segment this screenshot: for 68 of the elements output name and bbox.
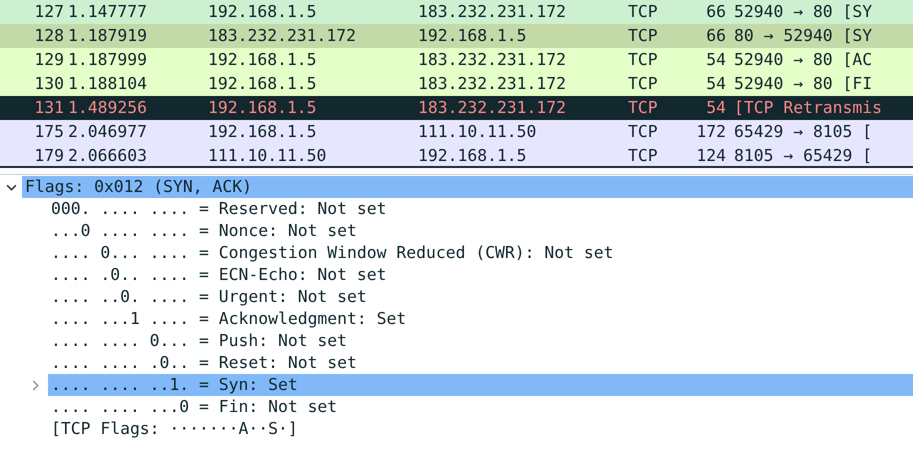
table-cell-text: 2.066603 bbox=[67, 145, 148, 167]
table-cell-text: 129 bbox=[33, 49, 64, 71]
tree-item[interactable]: .... .... .0.. = Reset: Not set bbox=[48, 352, 913, 374]
packet-row[interactable]: 129 1.187999 192.168.1.5 183.232.231.172 TCP 54 52940 → 80 [AC bbox=[0, 48, 913, 72]
table-cell-text: 183.232.231.172 bbox=[418, 97, 568, 119]
table-cell-text: 130 bbox=[33, 73, 64, 95]
packet-row[interactable]: 179 2.066603 111.10.11.50 192.168.1.5 TCP 124 8105 → 65429 [ bbox=[0, 144, 913, 168]
table-cell-text: 111.10.11.50 bbox=[208, 145, 328, 167]
table-cell-text: TCP bbox=[628, 49, 659, 71]
table-cell-text: 192.168.1.5 bbox=[418, 145, 528, 167]
table-cell-text: TCP bbox=[628, 1, 659, 23]
table-cell-text: 183.232.231.172 bbox=[418, 49, 568, 71]
table-cell-text: 54 bbox=[705, 73, 726, 95]
table-cell-text: 183.232.231.172 bbox=[208, 25, 358, 47]
table-cell-text: TCP bbox=[628, 121, 659, 143]
table-cell-text: 65429 → 8105 [ bbox=[733, 121, 872, 143]
table-cell-text: 131 bbox=[33, 97, 64, 119]
tree-item[interactable]: .... .... ..1. = Syn: Set bbox=[48, 374, 913, 396]
packet-row[interactable]: 128 1.187919 183.232.231.172 192.168.1.5 TCP 66 80 → 52940 [SY bbox=[0, 24, 913, 48]
table-cell-text: 192.168.1.5 bbox=[208, 1, 318, 23]
table-cell-text: TCP bbox=[628, 97, 659, 119]
table-cell-text: 52940 → 80 [SY bbox=[733, 1, 872, 23]
table-cell-text: 175 bbox=[33, 121, 64, 143]
table-cell-text: 183.232.231.172 bbox=[418, 1, 568, 23]
table-cell-text: 52940 → 80 [FI bbox=[733, 73, 872, 95]
table-cell-text: 1.187919 bbox=[67, 25, 148, 47]
table-cell-text: 8105 → 65429 [ bbox=[733, 145, 872, 167]
table-cell-text: TCP bbox=[628, 73, 659, 95]
table-cell-text: 80 → 52940 [SY bbox=[733, 25, 872, 47]
packet-row[interactable]: 131 1.489256 192.168.1.5 183.232.231.172 TCP 54 [TCP Retransmis bbox=[0, 96, 913, 120]
table-cell-text: 1.188104 bbox=[67, 73, 148, 95]
table-cell-text: 1.489256 bbox=[67, 97, 148, 119]
tree-item[interactable]: .... ..0. .... = Urgent: Not set bbox=[48, 286, 913, 308]
table-cell-text: 192.168.1.5 bbox=[208, 49, 318, 71]
table-cell-text: 2.046977 bbox=[67, 121, 148, 143]
table-cell-text: 1.147777 bbox=[67, 1, 148, 23]
table-cell-text: 66 bbox=[705, 1, 726, 23]
table-cell-text: 1.187999 bbox=[67, 49, 148, 71]
table-cell-text: 172 bbox=[695, 121, 726, 143]
tree-item[interactable]: Flags: 0x012 (SYN, ACK) bbox=[22, 176, 913, 198]
packet-row[interactable]: 130 1.188104 192.168.1.5 183.232.231.172 TCP 54 52940 → 80 [FI bbox=[0, 72, 913, 96]
table-cell-text: 54 bbox=[705, 49, 726, 71]
table-cell-text: TCP bbox=[628, 25, 659, 47]
tree-item[interactable]: .... .0.. .... = ECN-Echo: Not set bbox=[48, 264, 913, 286]
table-cell-text: 54 bbox=[705, 97, 726, 119]
tree-item[interactable]: .... .... ...0 = Fin: Not set bbox=[48, 396, 913, 418]
packet-row[interactable]: 175 2.046977 192.168.1.5 111.10.11.50 TCP 172 65429 → 8105 [ bbox=[0, 120, 913, 144]
table-cell-text: 192.168.1.5 bbox=[208, 97, 318, 119]
table-cell-text: 179 bbox=[33, 145, 64, 167]
tree-item[interactable]: [TCP Flags: ·······A··S·] bbox=[48, 418, 913, 440]
table-cell-text: 192.168.1.5 bbox=[208, 73, 318, 95]
table-cell-text: 183.232.231.172 bbox=[418, 73, 568, 95]
tree-item[interactable]: .... 0... .... = Congestion Window Reduced (CWR): Not set bbox=[48, 242, 913, 264]
table-cell-text: 127 bbox=[33, 1, 64, 23]
table-cell-text: 124 bbox=[695, 145, 726, 167]
packet-row[interactable]: 127 1.147777 192.168.1.5 183.232.231.172 TCP 66 52940 → 80 [SY bbox=[0, 0, 913, 24]
table-cell-text: [TCP Retransmis bbox=[733, 97, 882, 119]
table-cell-text: 111.10.11.50 bbox=[418, 121, 538, 143]
tree-item[interactable]: .... ...1 .... = Acknowledgment: Set bbox=[48, 308, 913, 330]
tree-item[interactable]: .... .... 0... = Push: Not set bbox=[48, 330, 913, 352]
table-cell-text: TCP bbox=[628, 145, 659, 167]
tree-item[interactable]: ...0 .... .... = Nonce: Not set bbox=[48, 220, 913, 242]
table-cell-text: 66 bbox=[705, 25, 726, 47]
table-cell-text: 128 bbox=[33, 25, 64, 47]
table-cell-text: 192.168.1.5 bbox=[208, 121, 318, 143]
tree-item[interactable]: 000. .... .... = Reserved: Not set bbox=[48, 198, 913, 220]
table-cell-text: 52940 → 80 [AC bbox=[733, 49, 872, 71]
table-cell-text: 192.168.1.5 bbox=[418, 25, 528, 47]
